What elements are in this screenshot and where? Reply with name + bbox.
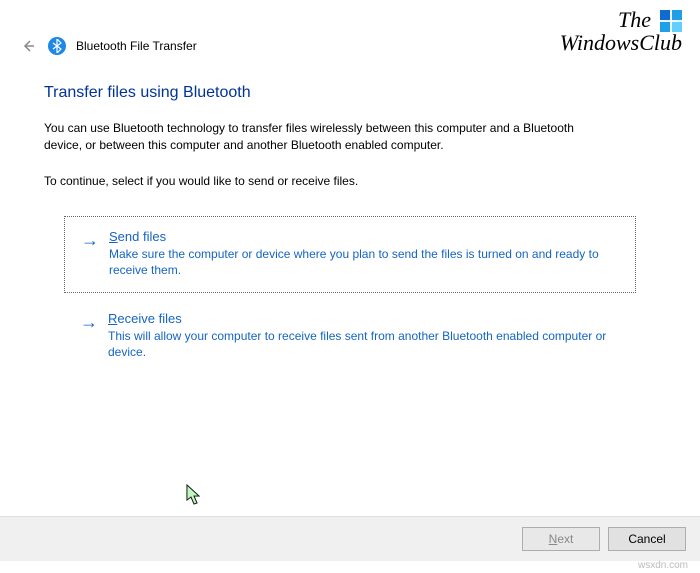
- wizard-content: Transfer files using Bluetooth You can u…: [0, 56, 700, 374]
- windows-logo-icon: [660, 10, 682, 32]
- button-bar: Next Cancel: [0, 516, 700, 561]
- page-heading: Transfer files using Bluetooth: [44, 84, 656, 102]
- site-watermark-logo: The WindowsClub: [560, 8, 682, 54]
- bluetooth-icon: [48, 37, 66, 55]
- option-receive-files[interactable]: → Receive files This will allow your com…: [64, 299, 636, 374]
- option-send-body: Send files Make sure the computer or dev…: [109, 229, 619, 278]
- intro-text: You can use Bluetooth technology to tran…: [44, 120, 584, 154]
- next-button: Next: [522, 527, 600, 551]
- cancel-button[interactable]: Cancel: [608, 527, 686, 551]
- option-receive-body: Receive files This will allow your compu…: [108, 311, 620, 360]
- mouse-cursor-icon: [186, 484, 204, 506]
- site-url-watermark: wsxdn.com: [638, 560, 688, 571]
- back-arrow-icon: [20, 38, 36, 54]
- window-title: Bluetooth File Transfer: [76, 39, 197, 53]
- watermark-line2: WindowsClub: [560, 31, 682, 54]
- back-button[interactable]: [18, 36, 38, 56]
- arrow-right-icon: →: [80, 313, 98, 331]
- watermark-line1: The: [618, 7, 651, 32]
- option-send-desc: Make sure the computer or device where y…: [109, 246, 619, 278]
- option-receive-title: Receive files: [108, 311, 620, 326]
- continue-text: To continue, select if you would like to…: [44, 174, 656, 188]
- arrow-right-icon: →: [81, 231, 99, 249]
- option-receive-desc: This will allow your computer to receive…: [108, 328, 620, 360]
- option-send-title: Send files: [109, 229, 619, 244]
- option-send-files[interactable]: → Send files Make sure the computer or d…: [64, 216, 636, 293]
